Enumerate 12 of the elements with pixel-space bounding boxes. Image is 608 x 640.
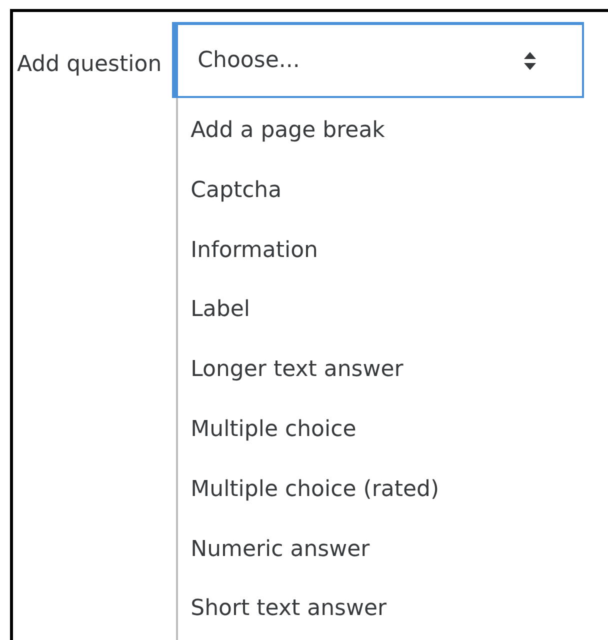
field-label: Add question [16, 51, 163, 77]
dropdown-option[interactable]: Multiple choice [178, 400, 592, 460]
dropdown-option[interactable]: Add a page break [178, 101, 592, 161]
dropdown-option[interactable]: Information [178, 220, 592, 280]
dropdown-option[interactable]: Short text answer [178, 579, 592, 640]
dropdown-option[interactable]: Longer text answer [178, 340, 592, 400]
dropdown-option[interactable]: Captcha [178, 160, 592, 221]
dropdown-option[interactable]: Numeric answer [178, 520, 592, 580]
updown-arrows-icon [522, 50, 537, 70]
dropdown-select[interactable]: Choose... [172, 22, 584, 98]
dropdown-option[interactable]: Label [178, 280, 592, 340]
dropdown-option[interactable]: Multiple choice (rated) [178, 460, 592, 520]
